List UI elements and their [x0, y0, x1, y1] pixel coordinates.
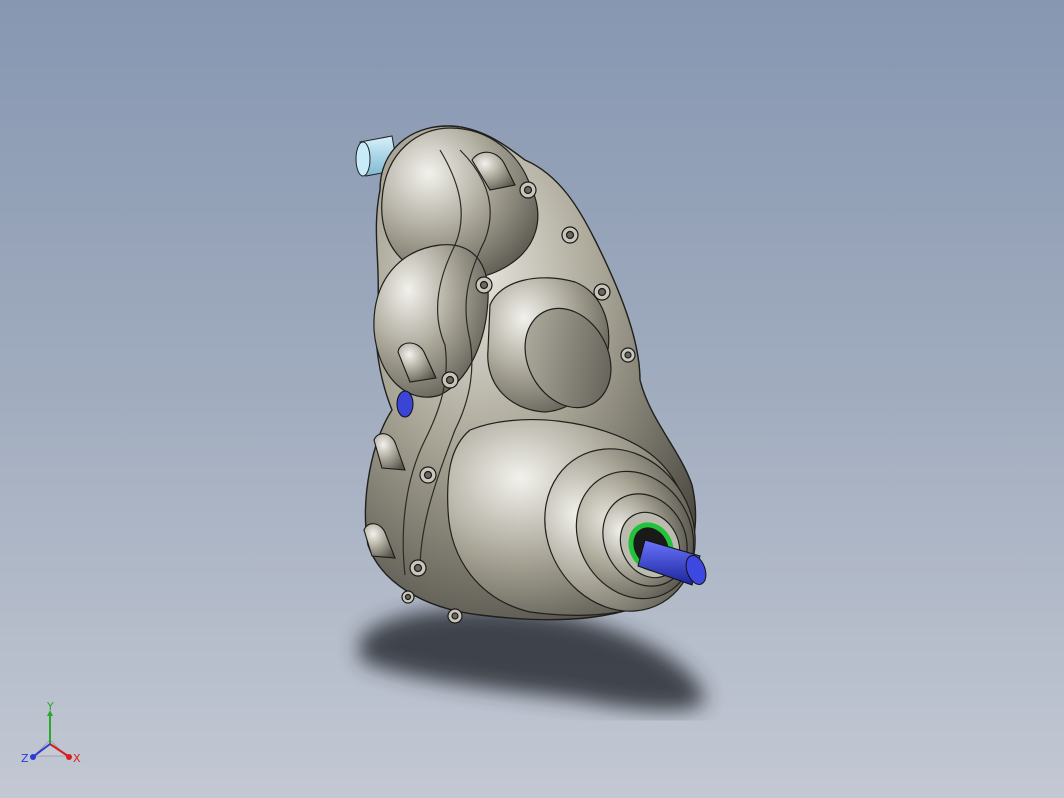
triad-y-label: Y — [46, 700, 54, 713]
side-shaft[interactable] — [396, 390, 414, 418]
3d-viewport[interactable]: Y X Z — [0, 0, 1064, 798]
orientation-triad[interactable]: Y X Z — [18, 700, 88, 770]
triad-x-label: X — [73, 752, 81, 765]
triad-z-label: Z — [21, 752, 29, 765]
triad-z-arrow-icon — [30, 754, 36, 760]
triad-x-arrow-icon — [66, 754, 72, 760]
model-shadow — [360, 608, 705, 711]
gearbox-model[interactable] — [0, 0, 1064, 798]
